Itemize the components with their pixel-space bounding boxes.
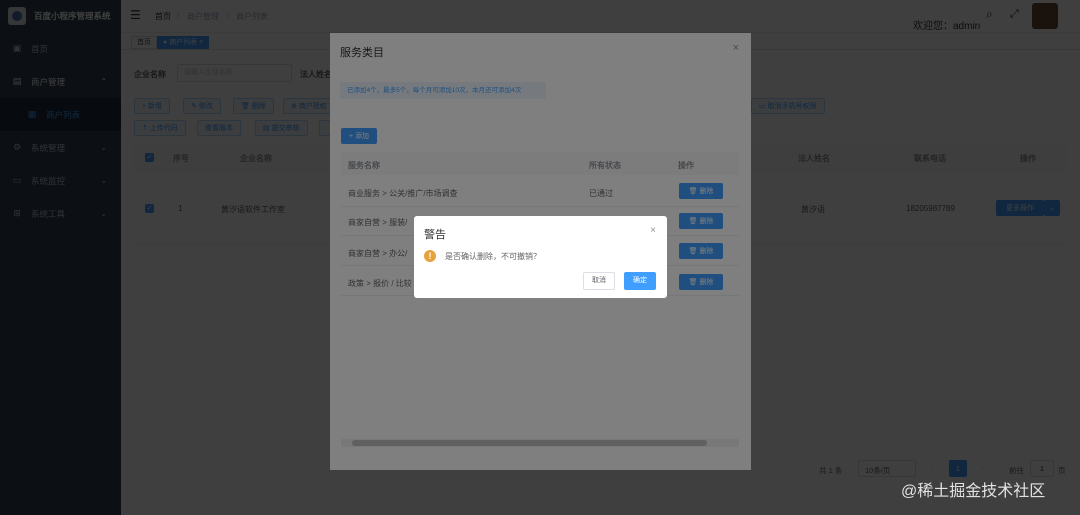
warning-icon: ! xyxy=(424,250,436,262)
watermark: @稀土掘金技术社区 xyxy=(901,483,1046,500)
cancel-button[interactable]: 取消 xyxy=(583,272,615,290)
alert-title: 警告 xyxy=(424,229,446,241)
close-icon[interactable]: × xyxy=(650,225,656,236)
confirm-button[interactable]: 确定 xyxy=(624,272,656,290)
confirm-alert: 警告 × ! 是否确认删除，不可撤销？ 取消 确定 xyxy=(414,216,667,298)
alert-message: 是否确认删除，不可撤销？ xyxy=(445,252,541,261)
